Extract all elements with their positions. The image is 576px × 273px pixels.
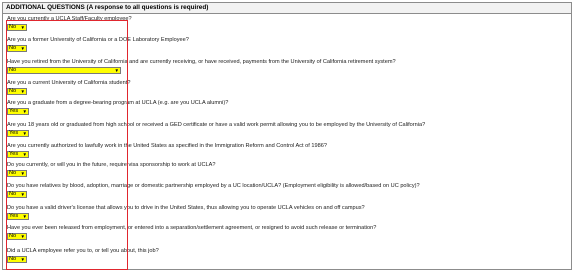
answer-select[interactable]: No ▼ xyxy=(7,24,27,31)
question-text: Are you currently a UCLA Staff/Faculty e… xyxy=(7,16,132,22)
question-item: Are you currently a UCLA Staff/Faculty e… xyxy=(7,16,132,31)
question-item: Do you currently, or will you in the fut… xyxy=(7,162,216,177)
chevron-down-icon: ▼ xyxy=(22,214,27,219)
answer-value: Yes xyxy=(9,108,19,114)
answer-value: No xyxy=(9,256,17,262)
answer-select[interactable]: No ▼ xyxy=(7,170,27,177)
chevron-down-icon: ▼ xyxy=(20,89,25,94)
question-item: Are you a graduate from a degree-bearing… xyxy=(7,100,228,115)
question-item: Do you have a valid driver's license tha… xyxy=(7,205,365,220)
answer-select[interactable]: No ▼ xyxy=(7,256,27,263)
question-text: Have you ever been released from employm… xyxy=(7,225,377,231)
answer-select[interactable]: No ▼ xyxy=(7,191,27,198)
question-item: Are you currently authorized to lawfully… xyxy=(7,143,327,158)
question-text: Are you a graduate from a degree-bearing… xyxy=(7,100,229,106)
answer-value: No xyxy=(9,24,17,30)
answer-value: No xyxy=(9,233,17,239)
question-item: Are you 18 years old or graduated from h… xyxy=(7,122,425,137)
question-item: Are you a former University of Californi… xyxy=(7,37,189,52)
answer-value: No xyxy=(9,45,17,51)
question-item: Have you ever been released from employm… xyxy=(7,225,376,240)
chevron-down-icon: ▼ xyxy=(20,257,25,262)
question-text: Do you have relatives by blood, adoption… xyxy=(7,183,420,189)
answer-select[interactable]: Yes ▼ xyxy=(7,151,29,158)
chevron-down-icon: ▼ xyxy=(20,192,25,197)
question-item: Are you a current University of Californ… xyxy=(7,80,130,95)
question-item: Did a UCLA employee refer you to, or tel… xyxy=(7,248,159,263)
question-text: Are you a current University of Californ… xyxy=(7,80,131,86)
question-text: Do you currently, or will you in the fut… xyxy=(7,162,216,168)
chevron-down-icon: ▼ xyxy=(22,109,27,114)
answer-select[interactable]: Yes ▼ xyxy=(7,213,29,220)
answer-select[interactable]: No ▼ xyxy=(7,45,27,52)
question-text: Have you retired from the University of … xyxy=(7,59,396,65)
question-text: Are you 18 years old or graduated from h… xyxy=(7,122,426,128)
chevron-down-icon: ▼ xyxy=(22,131,27,136)
question-text: Are you a former University of Californi… xyxy=(7,37,189,43)
answer-value: Yes xyxy=(9,213,19,219)
additional-questions-panel: ADDITIONAL QUESTIONS (A response to all … xyxy=(2,2,572,270)
answer-value: No xyxy=(9,67,17,73)
section-header: ADDITIONAL QUESTIONS (A response to all … xyxy=(3,3,571,14)
answer-value: No xyxy=(9,88,17,94)
question-text: Do you have a valid driver's license tha… xyxy=(7,205,365,211)
answer-value: No xyxy=(9,191,17,197)
answer-select[interactable]: Yes ▼ xyxy=(7,130,29,137)
answer-value: Yes xyxy=(9,130,19,136)
question-text: Did a UCLA employee refer you to, or tel… xyxy=(7,248,159,254)
chevron-down-icon: ▼ xyxy=(20,234,25,239)
chevron-down-icon: ▼ xyxy=(20,171,25,176)
question-text: Are you currently authorized to lawfully… xyxy=(7,143,327,149)
answer-select[interactable]: No ▼ xyxy=(7,67,121,74)
chevron-down-icon: ▼ xyxy=(20,25,25,30)
answer-select[interactable]: Yes ▼ xyxy=(7,108,29,115)
chevron-down-icon: ▼ xyxy=(114,68,119,73)
answer-select[interactable]: No ▼ xyxy=(7,88,27,95)
answer-select[interactable]: No ▼ xyxy=(7,233,27,240)
chevron-down-icon: ▼ xyxy=(20,46,25,51)
question-item: Do you have relatives by blood, adoption… xyxy=(7,183,420,198)
chevron-down-icon: ▼ xyxy=(22,152,27,157)
answer-value: Yes xyxy=(9,151,19,157)
question-item: Have you retired from the University of … xyxy=(7,59,396,74)
answer-value: No xyxy=(9,170,17,176)
